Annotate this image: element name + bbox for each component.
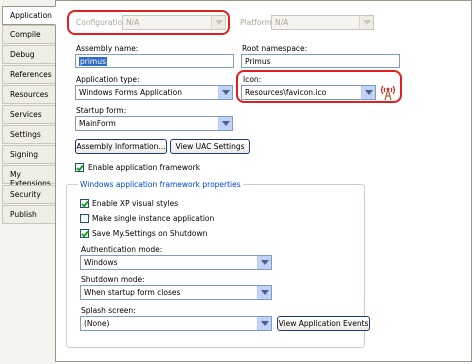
enable-framework-label: Enable application framework (88, 163, 201, 172)
tab-resources[interactable]: Resources (2, 85, 56, 104)
tab-application[interactable]: Application (2, 6, 56, 25)
platform-value: N/A (275, 18, 289, 27)
tab-my-extensions[interactable]: My Extensions (2, 165, 56, 188)
chevron-down-icon (257, 286, 271, 299)
splash-screen-value: (None) (84, 319, 110, 328)
enable-framework-checkbox[interactable] (75, 163, 84, 172)
tab-label: Application (10, 11, 52, 20)
assembly-information-label: Assembly Information... (76, 142, 166, 151)
assembly-information-button[interactable]: Assembly Information... (75, 139, 167, 154)
view-application-events-button[interactable]: View Application Events (277, 316, 370, 331)
xp-styles-checkbox[interactable] (80, 199, 89, 208)
shutdown-mode-select[interactable]: When startup form closes (80, 285, 272, 300)
tab-label: Publish (10, 210, 37, 219)
view-application-events-label: View Application Events (278, 319, 369, 328)
chevron-down-icon (359, 16, 373, 29)
assembly-name-label: Assembly name: (76, 44, 139, 53)
tab-label: Settings (10, 130, 41, 139)
application-type-label: Application type: (76, 75, 140, 84)
assembly-name-input[interactable]: primus (75, 54, 234, 68)
tab-references[interactable]: References (2, 65, 56, 84)
root-namespace-label: Root namespace: (242, 44, 308, 53)
application-type-select[interactable]: Windows Forms Application (75, 85, 233, 100)
chevron-down-icon (218, 117, 232, 130)
tab-label: Services (10, 110, 42, 119)
save-settings-label: Save My.Settings on Shutdown (92, 229, 208, 238)
view-uac-settings-label: View UAC Settings (175, 142, 245, 151)
platform-label: Platform: (240, 18, 275, 27)
xp-styles-label: Enable XP visual styles (92, 199, 179, 208)
tab-compile[interactable]: Compile (2, 25, 56, 44)
tab-label: Debug (10, 50, 35, 59)
icon-highlight (236, 70, 402, 103)
assembly-name-value: primus (79, 57, 107, 66)
tab-publish[interactable]: Publish (2, 205, 56, 224)
tab-label: Signing (10, 150, 38, 159)
chevron-down-icon (257, 317, 271, 330)
application-type-value: Windows Forms Application (79, 88, 182, 97)
tab-strip: Application Compile Debug References Res… (0, 0, 56, 364)
shutdown-mode-label: Shutdown mode: (81, 275, 145, 284)
tab-signing[interactable]: Signing (2, 145, 56, 164)
tab-label: References (10, 70, 52, 79)
shutdown-mode-value: When startup form closes (84, 288, 181, 297)
chevron-down-icon (218, 86, 232, 99)
single-instance-label: Make single instance application (92, 214, 215, 223)
tab-security[interactable]: Security (2, 185, 56, 204)
platform-select[interactable]: N/A (271, 15, 374, 30)
configuration-highlight (67, 10, 230, 35)
startup-form-select[interactable]: MainForm (75, 116, 233, 131)
authentication-mode-select[interactable]: Windows (80, 255, 272, 270)
authentication-mode-value: Windows (84, 258, 118, 267)
splash-screen-select[interactable]: (None) (80, 316, 272, 331)
splash-screen-label: Splash screen: (81, 306, 136, 315)
root-namespace-value: Primus (245, 57, 271, 66)
view-uac-settings-button[interactable]: View UAC Settings (170, 139, 250, 154)
root-namespace-input[interactable]: Primus (241, 54, 400, 68)
startup-form-value: MainForm (79, 119, 116, 128)
save-settings-checkbox[interactable] (80, 229, 89, 238)
tab-label: Compile (10, 30, 41, 39)
chevron-down-icon (257, 256, 271, 269)
single-instance-checkbox[interactable] (80, 214, 89, 223)
tab-settings[interactable]: Settings (2, 125, 56, 144)
group-title: Windows application framework properties (78, 180, 243, 189)
tab-debug[interactable]: Debug (2, 45, 56, 64)
tab-label: Resources (10, 90, 49, 99)
tab-label: Security (10, 190, 41, 199)
tab-services[interactable]: Services (2, 105, 56, 124)
startup-form-label: Startup form: (76, 106, 127, 115)
authentication-mode-label: Authentication mode: (81, 245, 163, 254)
